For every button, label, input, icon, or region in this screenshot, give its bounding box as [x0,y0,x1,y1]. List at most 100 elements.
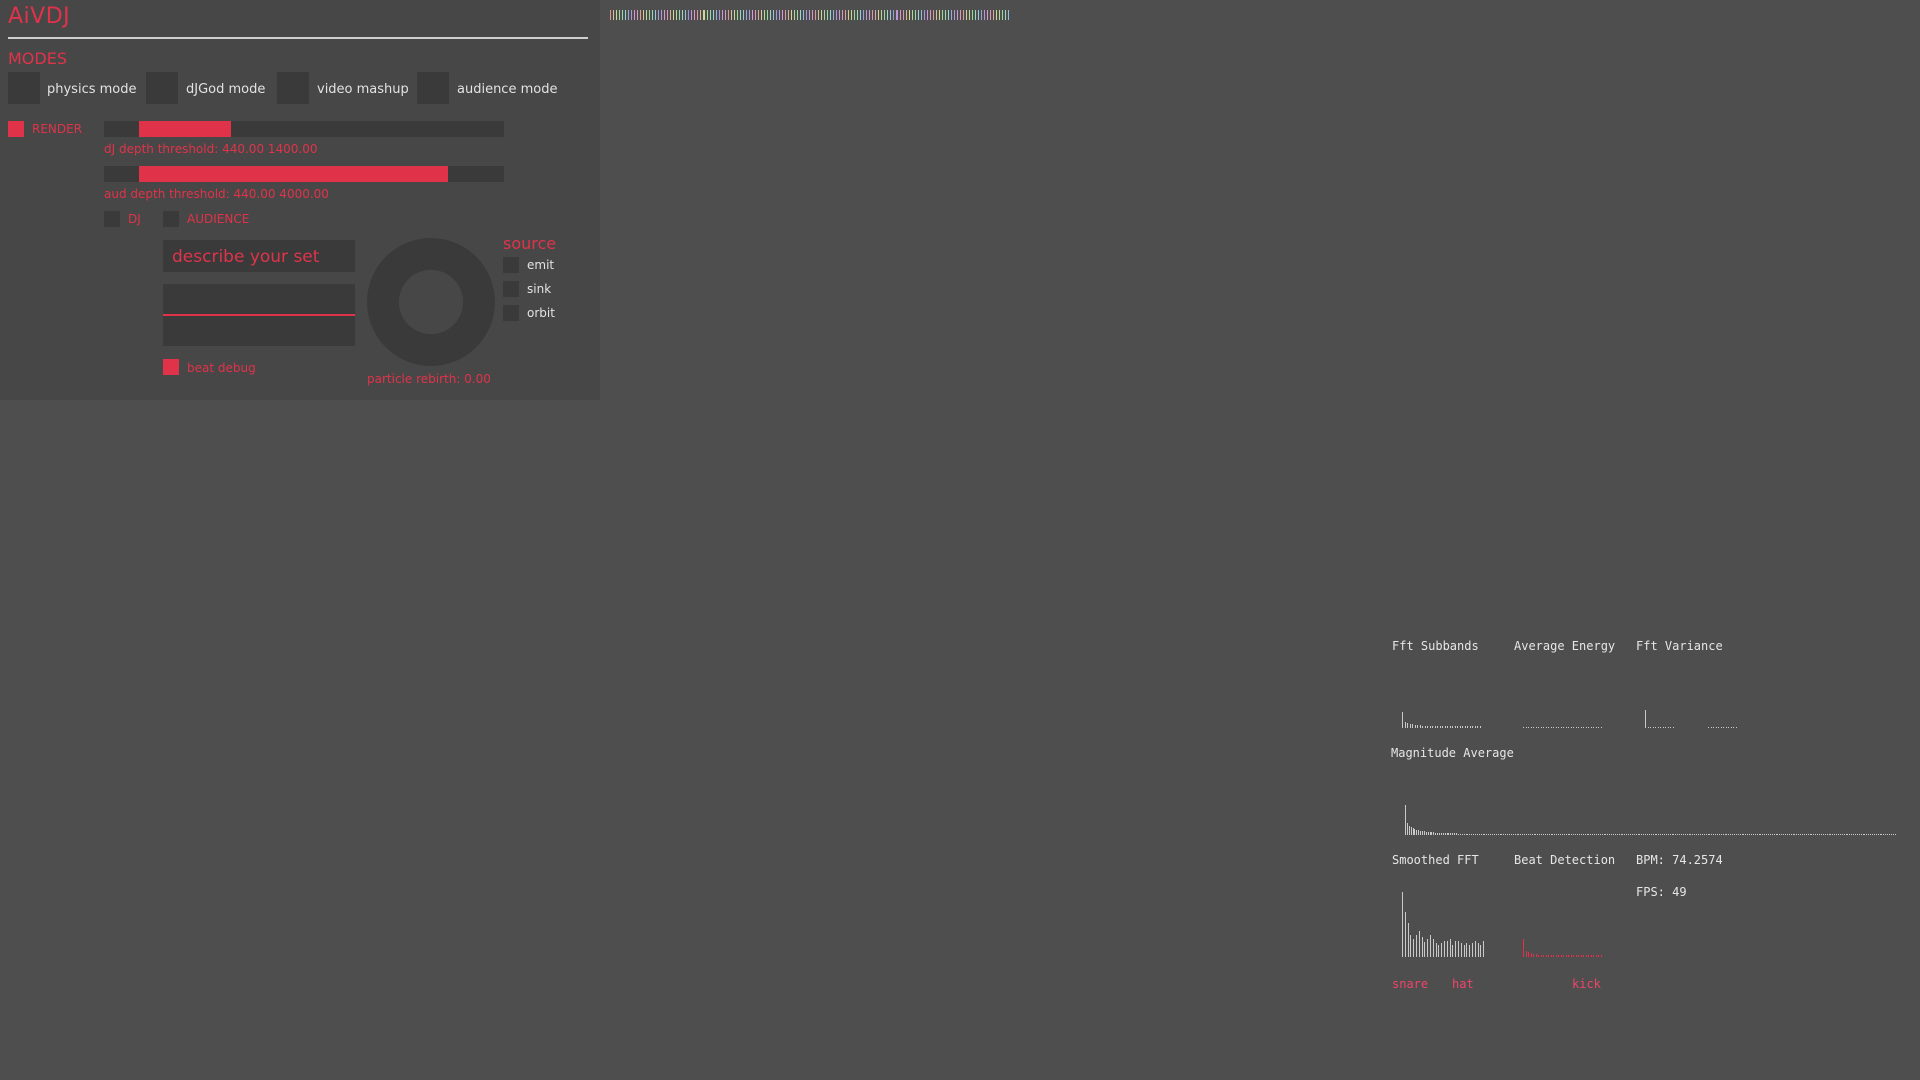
magnitude-average-label: Magnitude Average [1391,746,1514,760]
analyser-bar [1429,935,1431,957]
analyser-bar [1552,834,1554,835]
audience-mode-toggle[interactable] [417,72,449,104]
color-strip-tick [769,10,771,20]
analyser-bar [1637,834,1639,835]
color-strip-tick [787,10,789,20]
dj-depth-label: dJ depth threshold: 440.00 1400.00 [104,142,318,156]
analyser-bar [1548,727,1549,728]
analyser-bar [1705,834,1707,835]
color-strip-tick [676,10,678,20]
color-strip-tick [712,10,714,20]
color-strip-tick [691,10,693,20]
describe-set-input[interactable]: describe your set [163,240,355,272]
color-strip-tick [821,10,823,20]
particle-rebirth-knob[interactable] [367,238,495,366]
analyser-bar [1565,834,1567,835]
analyser-bar [1540,955,1542,957]
source-title: source [503,234,557,253]
analyser-bar [1449,939,1451,957]
analyser-bar [1607,834,1609,835]
analyser-bar [1555,727,1557,728]
analyser-bar [1839,834,1841,835]
analyser-bar [1540,727,1542,728]
color-strip-tick [775,10,777,20]
analyser-bar [1730,727,1732,728]
color-strip-tick [655,10,657,20]
analyser-bar [1854,834,1856,835]
analyser-bar [1418,931,1420,957]
analyser-bar [1480,945,1482,957]
audience-toggle[interactable] [163,211,179,227]
analyser-bar [1725,727,1727,728]
analyser-bar [1533,834,1535,835]
analyser-bar [1800,834,1802,835]
analyser-bar [1570,955,1572,957]
analyser-bar [1446,941,1448,957]
analyser-bar [1588,955,1589,957]
djgod-mode-toggle[interactable] [146,72,178,104]
source-emit-radio[interactable] [503,257,519,273]
video-mashup-toggle[interactable] [277,72,309,104]
analyser-bar [1595,727,1597,728]
analyser-bar [1474,726,1476,728]
color-strip-tick [745,10,747,20]
color-strip-tick [938,10,940,20]
analyser-bar [1422,726,1423,728]
beat-debug-toggle[interactable] [163,359,179,375]
analyser-bar [1647,727,1649,728]
analyser-bar [1408,826,1410,835]
analyser-bar [1416,830,1418,835]
set-text-field-lower[interactable] [163,316,355,346]
dj-toggle[interactable] [104,211,120,227]
analyser-bar [1713,834,1715,835]
color-strip-tick [863,10,865,20]
physics-mode-toggle[interactable] [8,72,40,104]
analyser-bar [1892,834,1894,835]
analyser-bar [1698,834,1700,835]
analyser-bar [1414,725,1416,728]
analyser-bar [1535,727,1537,728]
set-text-field[interactable] [163,284,355,316]
analyser-bar [1834,834,1836,835]
analyser-bar [1571,834,1573,835]
source-sink-radio[interactable] [503,281,519,297]
analyser-bar [1641,834,1643,835]
analyser-bar [1525,951,1527,957]
analyser-bar [1452,945,1454,957]
analyser-bar [1444,833,1446,835]
color-strip-tick [968,10,970,20]
analyser-bar [1463,834,1465,835]
analyser-bar [1573,727,1574,728]
aud-depth-slider[interactable] [104,166,504,182]
beat-detection-label: Beat Detection [1514,853,1616,867]
analyser-bar [1692,834,1694,835]
analyser-bar [1690,834,1692,835]
knob-center [399,270,463,334]
analyser-bar [1631,834,1633,835]
analyser-bar [1620,834,1622,835]
analyser-bar [1715,727,1717,728]
analyser-bar [1703,834,1705,835]
analyser-bar [1565,727,1567,728]
render-toggle[interactable] [8,121,24,137]
analyser-bar [1568,727,1569,728]
dj-depth-slider[interactable] [104,121,504,137]
analyser-bar [1600,955,1602,957]
analyser-bar [1783,834,1785,835]
color-strip-tick [616,10,618,20]
color-strip-tick [1008,10,1010,20]
analyser-bar [1450,833,1452,835]
analyser-bar [1593,727,1594,728]
color-strip-tick [658,10,660,20]
analyser-bar [1569,834,1571,835]
analyser-bar [1409,724,1411,728]
color-strip-tick [781,10,783,20]
analyser-bar [1578,955,1579,957]
color-strip-tick [830,10,832,20]
source-orbit-radio[interactable] [503,305,519,321]
analyser-bar [1718,834,1720,835]
color-strip-tick [872,10,874,20]
color-strip-tick [751,10,753,20]
color-strip-tick [613,10,615,20]
analyser-bar [1807,834,1809,835]
